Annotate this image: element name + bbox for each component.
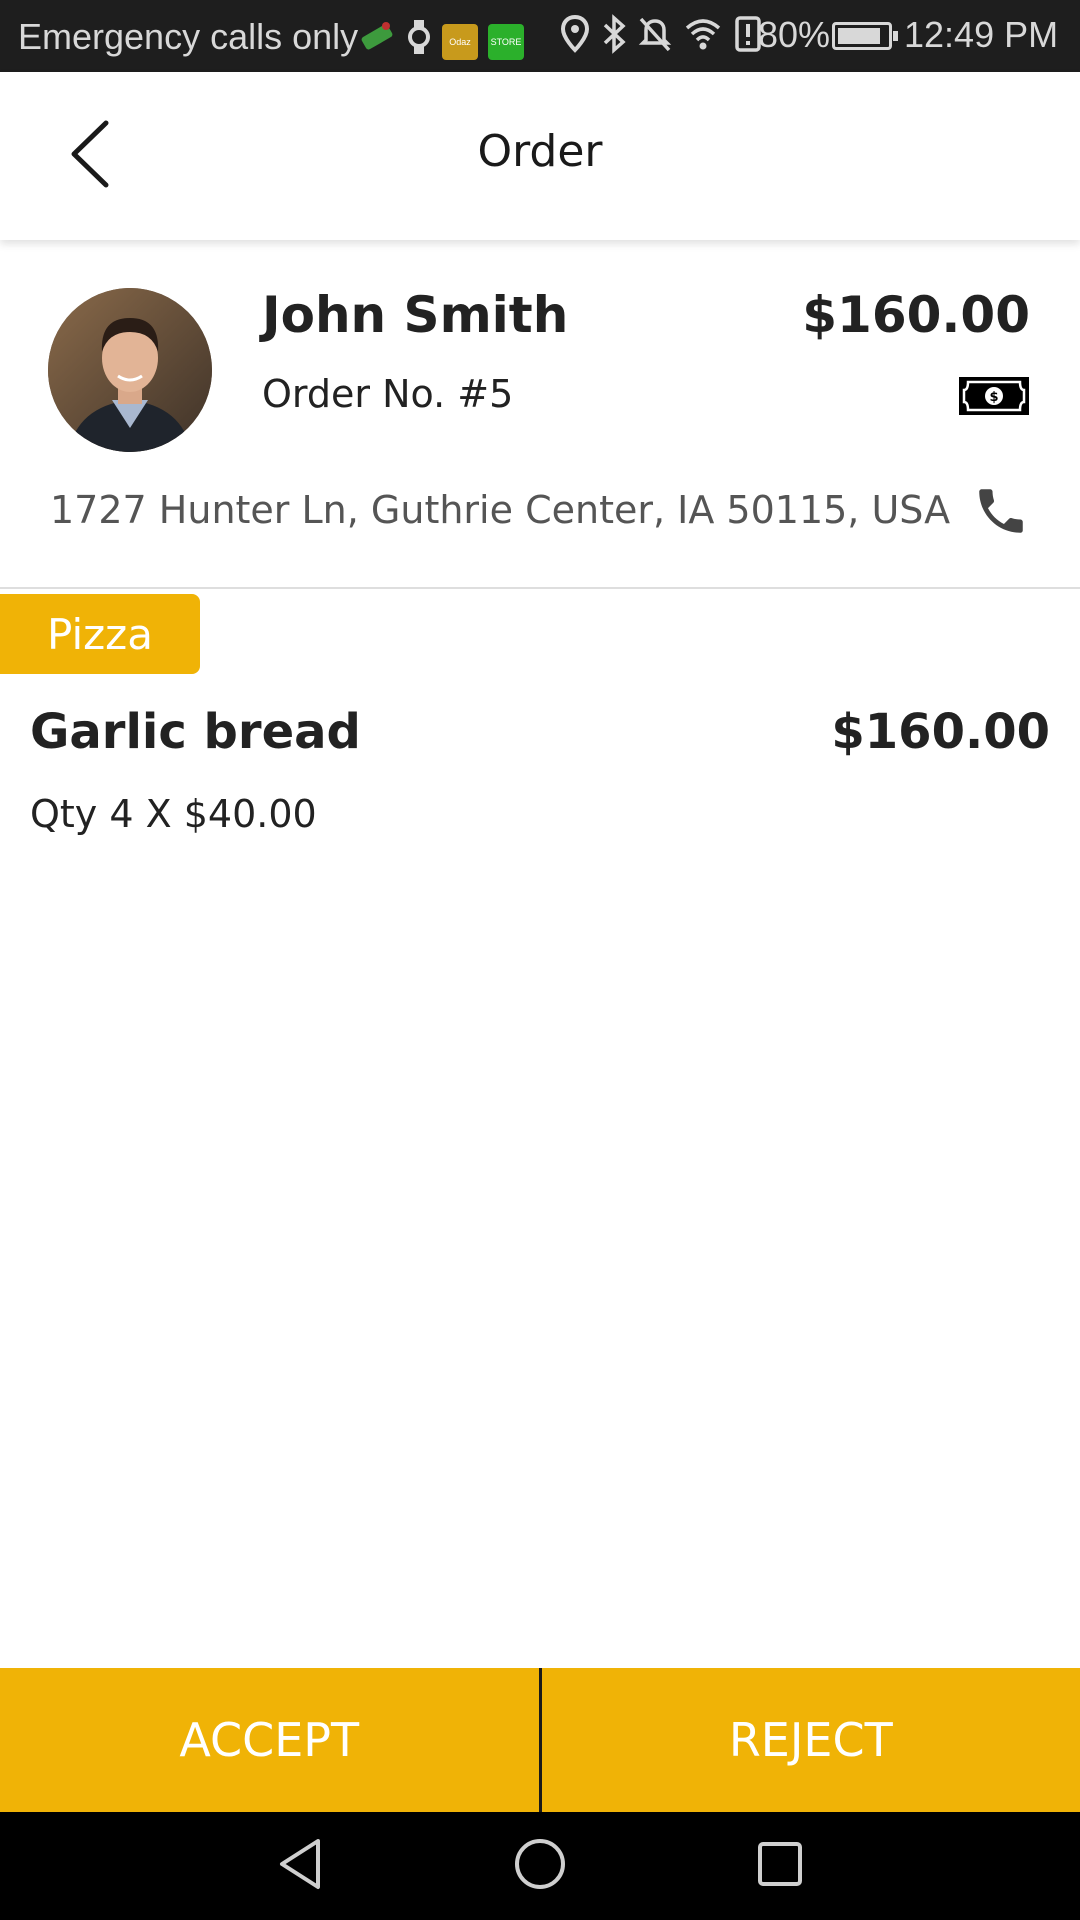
action-bar: ACCEPT REJECT: [0, 1668, 1080, 1812]
item-price: $160.00: [831, 704, 1050, 760]
customer-address: 1727 Hunter Ln, Guthrie Center, IA 50115…: [50, 488, 951, 532]
nav-recents-button[interactable]: [750, 1836, 810, 1896]
location-icon: [560, 14, 590, 63]
accept-button[interactable]: ACCEPT: [0, 1668, 539, 1812]
wifi-icon: [684, 14, 722, 63]
customer-name: John Smith: [262, 286, 569, 344]
order-number: Order No. #5: [262, 372, 514, 416]
odaz-app-icon: Odaz: [442, 23, 478, 60]
section-divider: [0, 587, 1080, 589]
category-tag: Pizza: [0, 594, 200, 674]
square-recents-icon: [755, 1839, 805, 1893]
item-quantity: Qty 4 X $40.00: [30, 792, 317, 836]
call-button[interactable]: [970, 482, 1032, 544]
battery-icon: [832, 22, 898, 50]
svg-text:$: $: [989, 390, 998, 405]
order-total: $160.00: [802, 286, 1030, 344]
mute-icon: [638, 14, 672, 63]
nav-back-button[interactable]: [270, 1836, 330, 1896]
clock: 12:49 PM: [904, 14, 1059, 55]
customer-avatar: [48, 288, 212, 452]
watch-icon: [406, 18, 432, 65]
reject-button[interactable]: REJECT: [542, 1668, 1080, 1812]
circle-home-icon: [513, 1837, 567, 1895]
nav-home-button[interactable]: [510, 1836, 570, 1896]
triangle-back-icon: [276, 1837, 324, 1895]
game-app-icon: [358, 18, 396, 65]
navigation-bar: [0, 1812, 1080, 1920]
phone-icon: [972, 482, 1030, 544]
system-icons: [560, 14, 762, 63]
page-title: Order: [477, 126, 603, 177]
app-bar: Order: [0, 72, 1080, 240]
status-bar: Emergency calls only Odaz STORE 80% 12:4…: [0, 0, 1080, 72]
notification-icons: Odaz STORE: [358, 18, 524, 65]
carrier-label: Emergency calls only: [18, 16, 359, 57]
battery-percent: 80%: [758, 14, 831, 55]
cash-icon: $: [958, 376, 1030, 416]
bluetooth-icon: [602, 14, 626, 63]
item-name: Garlic bread: [30, 704, 361, 760]
store-app-icon: STORE: [488, 23, 524, 60]
